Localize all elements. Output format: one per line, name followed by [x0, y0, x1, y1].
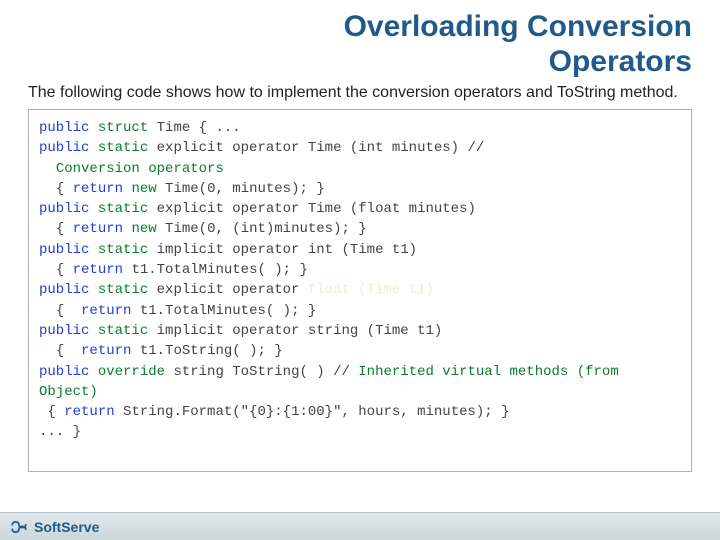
comment: Conversion operators	[56, 161, 224, 177]
brand-name: SoftServe	[34, 519, 99, 535]
code-text: {	[56, 221, 73, 237]
kw-new: new	[123, 181, 157, 197]
kw-public: public	[39, 282, 89, 298]
kw-public: public	[39, 201, 89, 217]
code-text: explicit operator	[148, 282, 308, 298]
code-text: {	[56, 181, 73, 197]
kw-return: return	[73, 181, 123, 197]
kw-return: return	[73, 262, 123, 278]
kw-return: return	[81, 303, 131, 319]
code-text: t1.TotalMinutes( ); }	[123, 262, 308, 278]
kw-struct: struct	[89, 120, 148, 136]
code-text: {	[47, 404, 64, 420]
intro-text: The following code shows how to implemen…	[0, 79, 720, 109]
code-text: explicit operator Time (float minutes)	[148, 201, 476, 217]
kw-static: static	[89, 140, 148, 156]
title-line-2: Operators	[549, 45, 692, 78]
code-faded: float (Time t1)	[308, 282, 434, 298]
code-text: {	[56, 262, 73, 278]
slide-title: Overloading Conversion Operators	[0, 0, 720, 79]
kw-public: public	[39, 242, 89, 258]
brand-logo: SoftServe	[10, 518, 99, 536]
code-text: ... }	[39, 424, 81, 440]
code-text: string ToString( ) //	[165, 364, 358, 380]
kw-public: public	[39, 323, 89, 339]
brand-swirl-icon	[10, 518, 28, 536]
kw-return: return	[81, 343, 131, 359]
kw-new: new	[123, 221, 157, 237]
kw-static: static	[89, 323, 148, 339]
kw-return: return	[73, 221, 123, 237]
code-text: Time(0, (int)minutes); }	[157, 221, 367, 237]
kw-public: public	[39, 120, 89, 136]
footer-bar: SoftServe	[0, 512, 720, 540]
kw-static: static	[89, 201, 148, 217]
kw-public: public	[39, 140, 89, 156]
code-text: String.Format("{0}:{1:00}", hours, minut…	[115, 404, 510, 420]
code-text: {	[56, 303, 81, 319]
kw-static: static	[89, 242, 148, 258]
title-line-1: Overloading Conversion	[344, 10, 692, 43]
code-text: {	[56, 343, 81, 359]
code-text: Time { ...	[148, 120, 240, 136]
kw-override: override	[89, 364, 165, 380]
kw-return: return	[64, 404, 114, 420]
kw-static: static	[89, 282, 148, 298]
code-block: public struct Time { ... public static e…	[28, 109, 692, 472]
code-text: implicit operator string (Time t1)	[148, 323, 442, 339]
code-text: Time(0, minutes); }	[157, 181, 325, 197]
code-text: t1.ToString( ); }	[131, 343, 282, 359]
code-text: t1.TotalMinutes( ); }	[131, 303, 316, 319]
kw-public: public	[39, 364, 89, 380]
code-text: explicit operator Time (int minutes) //	[148, 140, 492, 156]
code-text: implicit operator int (Time t1)	[148, 242, 417, 258]
